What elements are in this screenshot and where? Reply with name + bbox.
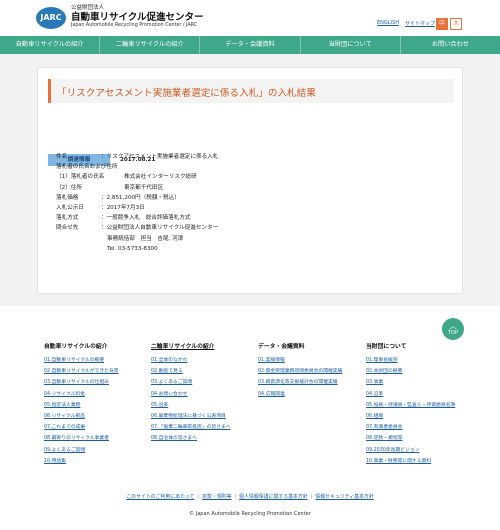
footer-link[interactable]: 04.沿革 [366, 389, 466, 400]
footer-column-data: データ・会議資料 01.実績情報 02.資金管理業務諮問委員会の開催実績 03.… [258, 341, 358, 400]
detail-row-winner-name: （1）落札者の氏名 株式会社インターリスク総研 [56, 172, 197, 182]
detail-label: 入札公示日 [56, 205, 84, 211]
detail-row-price: 落札価格 ：2,851,200円（税額・税込） [56, 193, 180, 203]
footer-heading: 当財団について [366, 344, 407, 350]
footer-link[interactable]: 08.最寄りのリサイクル事業者 [44, 433, 144, 444]
detail-row-method: 落札方式 ：一般競争入札 総合評価落札方式 [56, 213, 191, 223]
nav-item-contact[interactable]: お問い合わせ [401, 36, 500, 54]
site-terms-link[interactable]: このサイトのご利用にあたって [126, 494, 194, 500]
page-title: 「リスクアセスメント実施業者選定に係る入札」の入札結果 [57, 88, 316, 99]
detail-row-contact: 問合せ先 ：公益財団法人自動車リサイクル促進センター [56, 223, 218, 233]
site-header: JARC 公益財団法人 自動車リサイクル促進センター Japan Automob… [0, 0, 500, 36]
security-policy-link[interactable]: 情報セキュリティ基本方針 [315, 494, 373, 500]
nav-item-motorcycle-recycling[interactable]: 二輪車リサイクルの紹介 [100, 36, 201, 54]
footer-link[interactable]: 09.よくあるご質問 [44, 445, 144, 456]
org-type-label: 公益財団法人 [71, 5, 105, 11]
footer-link[interactable]: 02.本財団の概要 [366, 366, 466, 377]
detail-value: ：2017年7月3日 [101, 205, 145, 211]
detail-label: （1）落札者の氏名 [56, 174, 105, 181]
footer-link[interactable]: 05.指定法人業務 [44, 400, 144, 411]
footer-link[interactable]: 06.リサイクル部品 [44, 411, 144, 422]
english-link[interactable]: ENGLISH [377, 20, 399, 26]
footer-link[interactable]: 02.自動車リサイクルができた背景 [44, 366, 144, 377]
copyright: © Japan Automobile Recycling Promotion C… [189, 511, 311, 517]
separator: | [234, 494, 237, 500]
footer-link[interactable]: 02.動画で見る [151, 366, 251, 377]
footer-link[interactable]: 01.自動車リサイクルの概要 [44, 355, 144, 366]
org-name: 自動車リサイクル促進センター [71, 12, 204, 23]
detail-label: 落札方式 [56, 215, 79, 222]
detail-row-winner-heading: 落札者の氏名および住所 [56, 162, 118, 172]
detail-row-winner-address: （2）住所 東京都千代田区 [56, 183, 163, 193]
detail-label: 問合せ先 [56, 225, 79, 232]
footer-link[interactable]: 03.自動車リサイクルの仕組み [44, 377, 144, 388]
footer-link[interactable]: 10.事業・財務等に関する資料 [366, 456, 466, 467]
footer-heading: データ・会議資料 [258, 344, 305, 350]
privacy-policy-link[interactable]: 個人情報保護に関する基本方針 [239, 494, 307, 500]
chevron-up-icon: ︿ [449, 322, 457, 330]
footer-link[interactable]: 06.組織 [366, 411, 466, 422]
detail-label: 件名 [56, 154, 68, 160]
footer-link[interactable]: 07.有識者委員会 [366, 422, 466, 433]
footer-link[interactable]: 01.実績情報 [258, 355, 358, 366]
nav-item-data-documents[interactable]: データ・会議資料 [200, 36, 301, 54]
font-size-medium-button[interactable]: 中 [436, 18, 448, 30]
footer-link[interactable]: 04.お問い合わせ [151, 389, 251, 400]
footer-link[interactable]: 01.理事長挨拶 [366, 355, 466, 366]
footer-link[interactable]: 05.沿革 [151, 400, 251, 411]
top-label: TOP [447, 330, 458, 336]
back-to-top-button[interactable]: ︿ TOP [442, 318, 464, 340]
separator: | [197, 494, 200, 500]
footer-link[interactable]: 03.再資源化等支援検討会の開催実績 [258, 377, 358, 388]
detail-value: 株式会社インターリスク総研 [124, 174, 197, 181]
detail-row-notice-date: 入札公示日 ：2017年7月3日 [56, 203, 145, 213]
footer-link[interactable]: 07.「廃棄二輪車取扱店」の皆さまへ [151, 422, 251, 433]
nav-item-automobile-recycling[interactable]: 自動車リサイクルの紹介 [0, 36, 101, 54]
detail-label: 落札者の氏名および住所 [56, 164, 118, 171]
detail-value: ：公益財団法人自動車リサイクル促進センター [101, 225, 219, 232]
footer-column-automobile: 自動車リサイクルの紹介 01.自動車リサイクルの概要 02.自動車リサイクルがで… [44, 341, 144, 467]
footer-link[interactable]: 03.事業 [366, 377, 466, 388]
footer-link[interactable]: 01.全体のながれ [151, 355, 251, 366]
footer-link[interactable]: 05.役員・評議員・監査人・評価委員名簿 [366, 400, 466, 411]
footer-link[interactable]: 03.よくあるご質問 [151, 377, 251, 388]
sitemap-link[interactable]: サイトマップ [405, 20, 435, 27]
detail-label: 落札価格 [56, 194, 79, 201]
detail-value: ：一般競争入札 総合評価落札方式 [101, 215, 191, 222]
detail-label: （2）住所 [56, 184, 82, 191]
logo-text[interactable]: 公益財団法人 自動車リサイクル促進センター Japan Automobile R… [71, 5, 204, 29]
footer-link[interactable]: 08.自治体の皆さまへ [151, 433, 251, 444]
articles-rules-link[interactable]: 定款・規則等 [202, 494, 231, 500]
contact-department: 事務統括部 担当 吉尾, 河津 [107, 235, 184, 242]
font-size-large-button[interactable]: 大 [450, 18, 462, 30]
footer-column-motorcycle: 二輪車リサイクルの紹介 01.全体のながれ 02.動画で見る 03.よくあるご質… [151, 341, 251, 445]
org-english-name: Japan Automobile Recycling Promotion Cen… [71, 23, 198, 28]
detail-value: ：2,851,200円（税額・税込） [101, 194, 180, 201]
footer-heading: 自動車リサイクルの紹介 [44, 344, 108, 350]
contact-tel: Tel. 03-5733-8300 [107, 245, 158, 252]
footer-link[interactable]: 02.資金管理業務諮問委員会の開催実績 [258, 366, 358, 377]
separator: | [310, 494, 313, 500]
footer-heading[interactable]: 二輪車リサイクルの紹介 [151, 341, 251, 355]
global-nav: 自動車リサイクルの紹介 二輪車リサイクルの紹介 データ・会議資料 当財団について… [0, 36, 500, 54]
footer-link[interactable]: 10.用語集 [44, 456, 144, 467]
page-title-box: 「リスクアセスメント実施業者選定に係る入札」の入札結果 [48, 79, 454, 103]
footer-link[interactable]: 04.広報関連 [258, 389, 358, 400]
footer-link[interactable]: 06.廃棄物処理法に基づく公表項目 [151, 411, 251, 422]
footer-link[interactable]: 08.定款・規程等 [366, 433, 466, 444]
main-content-card: 「リスクアセスメント実施業者選定に係る入札」の入札結果 調達情報 2017.08… [37, 67, 463, 294]
footer-column-about: 当財団について 01.理事長挨拶 02.本財団の概要 03.事業 04.沿革 0… [366, 341, 466, 467]
detail-row-subject: 件名 ：リスクアセスメント実施業者選定に係る入札 [56, 152, 218, 162]
footer-link[interactable]: 09.2030年長期ビジョン [366, 445, 466, 456]
nav-item-about[interactable]: 当財団について [301, 36, 401, 54]
detail-value: 東京都千代田区 [124, 184, 164, 191]
footer-policy-links: このサイトのご利用にあたって | 定款・規則等 | 個人情報保護に関する基本方針 | 情報セ… [0, 493, 500, 500]
jarc-logo-icon[interactable]: JARC [36, 7, 66, 29]
footer-link[interactable]: 04.リサイクル料金 [44, 389, 144, 400]
detail-value: ：リスクアセスメント実施業者選定に係る入札 [101, 154, 219, 160]
footer-link[interactable]: 07.これまでの成果 [44, 422, 144, 433]
